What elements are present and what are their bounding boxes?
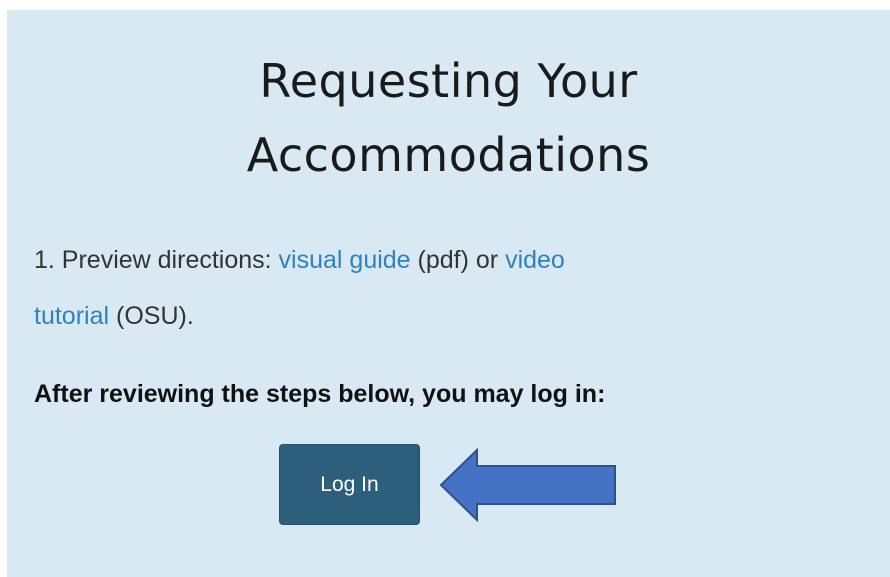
page-title-line2: Accommodations — [246, 128, 651, 182]
video-link-part2: tutorial — [34, 302, 110, 330]
osu-note: (OSU). — [109, 302, 194, 330]
page-title: Requesting Your Accommodations — [7, 44, 890, 192]
login-instruction: After reviewing the steps below, you may… — [34, 380, 606, 408]
visual-guide-link[interactable]: visual guide — [279, 246, 411, 274]
step-1-text: 1. Preview directions: visual guide (pdf… — [34, 232, 794, 344]
accommodations-panel: Requesting Your Accommodations 1. Previe… — [7, 10, 890, 577]
log-in-button[interactable]: Log In — [279, 444, 420, 525]
step-1-prefix: 1. Preview directions: — [34, 246, 279, 274]
pdf-note: (pdf) or — [410, 246, 506, 274]
arrow-left-shape — [439, 448, 616, 522]
arrow-left-icon — [439, 448, 616, 522]
page-title-line1: Requesting Your — [259, 54, 638, 108]
video-link-part1: video — [505, 246, 565, 274]
